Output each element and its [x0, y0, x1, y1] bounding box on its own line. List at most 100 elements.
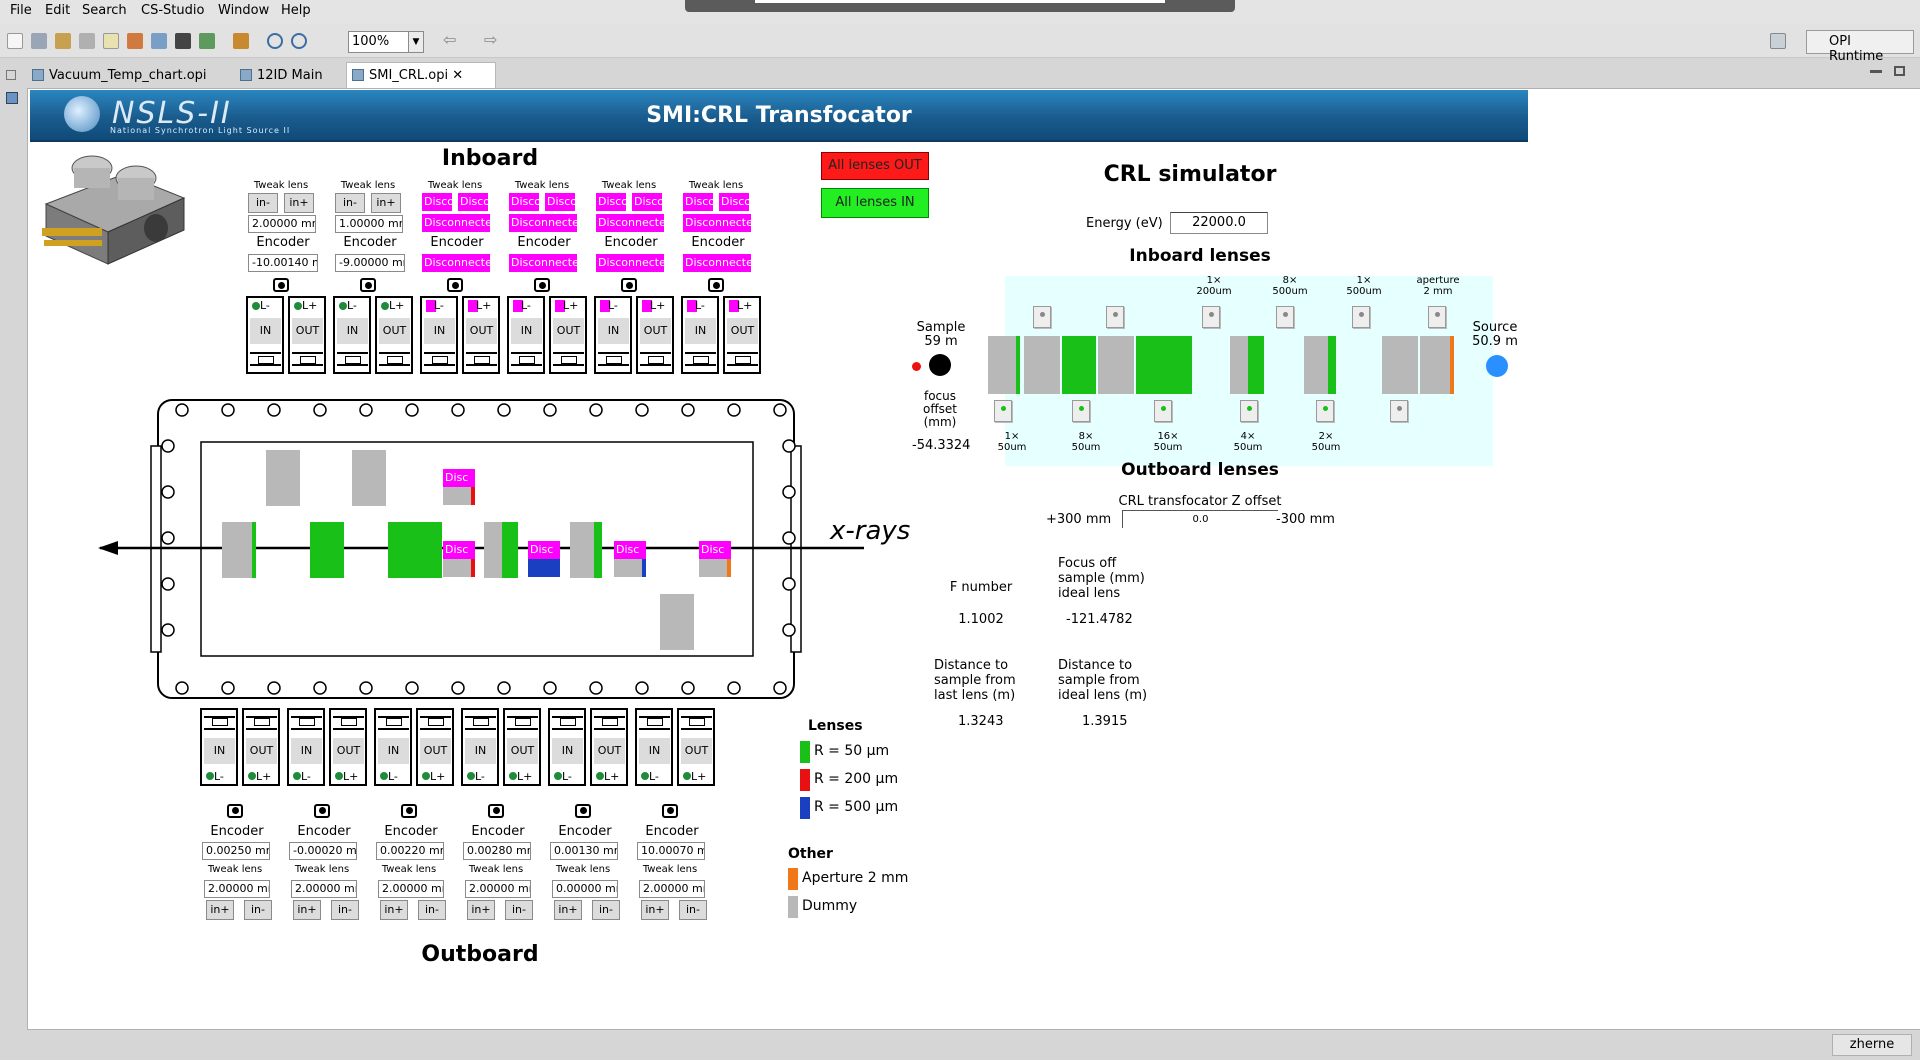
probe-icon[interactable] — [233, 33, 249, 49]
tweak-in-plus-button[interactable]: in+ — [641, 900, 669, 920]
edit-icon[interactable] — [103, 33, 119, 49]
out-button[interactable]: OUT — [246, 738, 277, 764]
hand-icon[interactable] — [79, 33, 95, 49]
lens-toggle-button[interactable] — [1202, 306, 1220, 328]
in-button[interactable]: IN — [639, 738, 670, 764]
zoom-out-icon[interactable] — [291, 33, 307, 49]
zoom-dropdown-icon[interactable]: ▼ — [408, 31, 424, 53]
out-button[interactable]: OUT — [640, 318, 671, 344]
in-button[interactable]: IN — [552, 738, 583, 764]
minimize-icon[interactable] — [6, 70, 16, 80]
tweak-in-plus-button[interactable]: in+ — [293, 900, 321, 920]
all-lenses-in-button[interactable]: All lenses IN — [821, 188, 929, 218]
in-button[interactable]: IN — [685, 318, 716, 344]
perspective-opi-runtime[interactable]: OPI Runtime — [1806, 30, 1914, 64]
lens-toggle-button[interactable] — [1106, 306, 1124, 328]
in-button[interactable]: IN — [511, 318, 542, 344]
lens-toggle-button[interactable] — [1352, 306, 1370, 328]
tweak-value-input[interactable]: 2.00000 mm — [291, 880, 357, 898]
tweak-in-minus-button[interactable]: in- — [248, 193, 278, 213]
in-button[interactable]: IN — [465, 738, 496, 764]
tweak-in-plus-button[interactable]: in+ — [554, 900, 582, 920]
lens-toggle-button[interactable] — [1390, 400, 1408, 422]
tweak-value-input[interactable]: 2.00000 mm — [378, 880, 444, 898]
zoom-in-icon[interactable] — [267, 33, 283, 49]
in-button[interactable]: IN — [378, 738, 409, 764]
out-button[interactable]: OUT — [379, 318, 410, 344]
grid-icon[interactable] — [151, 33, 167, 49]
forward-icon[interactable]: ⇨ — [484, 32, 500, 49]
tweak-in-minus-button[interactable]: in- — [592, 900, 620, 920]
floating-search-bar[interactable] — [685, 0, 1235, 12]
tab-12id-main[interactable]: 12ID Main — [234, 62, 346, 88]
tools-icon[interactable] — [55, 33, 71, 49]
back-icon[interactable]: ⇦ — [443, 32, 459, 49]
out-button[interactable]: OUT — [594, 738, 625, 764]
tweak-value-input[interactable]: 1.00000 mm — [335, 215, 403, 233]
tweak-in-plus-button[interactable]: in+ — [206, 900, 234, 920]
out-button[interactable]: OUT — [466, 318, 497, 344]
menu-edit[interactable]: Edit — [45, 3, 70, 18]
tab-vacuum-temp-chart[interactable]: Vacuum_Temp_chart.opi — [26, 62, 234, 88]
toggle-indicator-icon — [1161, 406, 1166, 411]
in-button[interactable]: IN — [204, 738, 235, 764]
tweak-value-input[interactable]: 0.00000 mm — [552, 880, 618, 898]
tweak-value-input[interactable]: 2.00000 mm — [639, 880, 705, 898]
lens-toggle-button[interactable] — [1154, 400, 1172, 422]
new-icon[interactable] — [7, 33, 23, 49]
menu-help[interactable]: Help — [281, 3, 311, 18]
tweak-value-input[interactable]: 2.00000 mm — [465, 880, 531, 898]
motor-foot-icon — [337, 352, 368, 366]
in-button[interactable]: IN — [337, 318, 368, 344]
all-lenses-out-button[interactable]: All lenses OUT — [821, 152, 929, 180]
menu-file[interactable]: File — [10, 3, 32, 18]
motor-actuator: L- IN — [594, 296, 632, 374]
menu-window[interactable]: Window — [218, 3, 269, 18]
out-button[interactable]: OUT — [333, 738, 364, 764]
out-button[interactable]: OUT — [553, 318, 584, 344]
maximize-view-icon[interactable] — [1894, 66, 1905, 76]
tweak-in-plus-button[interactable]: in+ — [284, 193, 314, 213]
menu-search[interactable]: Search — [82, 3, 127, 18]
wrench-icon[interactable] — [127, 33, 143, 49]
lens-toggle-button[interactable] — [1276, 306, 1294, 328]
z-offset-slider[interactable]: 0.0 — [1122, 510, 1278, 528]
tweak-value-input[interactable]: 2.00000 mm — [248, 215, 316, 233]
camera-icon[interactable] — [175, 33, 191, 49]
menu-cs-studio[interactable]: CS-Studio — [141, 3, 204, 18]
tab-smi-crl[interactable]: SMI_CRL.opi ✕ — [346, 62, 496, 88]
out-button[interactable]: OUT — [292, 318, 323, 344]
in-button[interactable]: IN — [424, 318, 455, 344]
tweak-in-plus-button[interactable]: in+ — [380, 900, 408, 920]
out-button[interactable]: OUT — [727, 318, 758, 344]
out-button[interactable]: OUT — [420, 738, 451, 764]
minimize-view-icon[interactable] — [1870, 70, 1882, 73]
in-button[interactable]: IN — [598, 318, 629, 344]
lens-toggle-button[interactable] — [994, 400, 1012, 422]
out-button[interactable]: OUT — [681, 738, 712, 764]
tweak-in-minus-button[interactable]: in- — [244, 900, 272, 920]
tweak-in-plus-button[interactable]: in+ — [371, 193, 401, 213]
lens-toggle-button[interactable] — [1316, 400, 1334, 422]
chart-icon[interactable] — [199, 33, 215, 49]
lens-toggle-button[interactable] — [1428, 306, 1446, 328]
tweak-in-minus-button[interactable]: in- — [335, 193, 365, 213]
tweak-in-minus-button[interactable]: in- — [505, 900, 533, 920]
in-button[interactable]: IN — [291, 738, 322, 764]
tweak-in-minus-button[interactable]: in- — [418, 900, 446, 920]
tweak-in-minus-button[interactable]: in- — [331, 900, 359, 920]
lens-toggle-button[interactable] — [1033, 306, 1051, 328]
view-icon[interactable] — [6, 92, 18, 104]
open-perspective-icon[interactable] — [1770, 33, 1786, 49]
lens-toggle-button[interactable] — [1240, 400, 1258, 422]
in-button[interactable]: IN — [250, 318, 281, 344]
tweak-in-plus-button[interactable]: in+ — [467, 900, 495, 920]
close-tab-icon[interactable]: ✕ — [452, 68, 463, 83]
lens-toggle-button[interactable] — [1072, 400, 1090, 422]
out-button[interactable]: OUT — [507, 738, 538, 764]
save-icon[interactable] — [31, 33, 47, 49]
energy-input[interactable]: 22000.0 — [1170, 212, 1268, 234]
motor-actuator: L- IN — [461, 708, 499, 786]
tweak-in-minus-button[interactable]: in- — [679, 900, 707, 920]
tweak-value-input[interactable]: 2.00000 mm — [204, 880, 270, 898]
